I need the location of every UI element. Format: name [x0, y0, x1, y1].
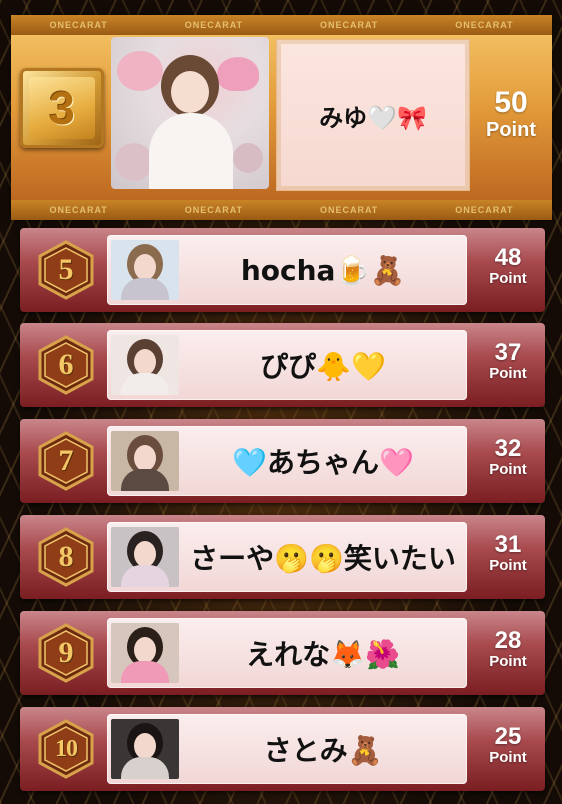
brand-logo: ONECARAT — [184, 20, 244, 30]
name-panel: ぴぴ🐥💛 — [107, 330, 467, 400]
brand-logo: ONECARAT — [455, 20, 514, 30]
rank-badge: 5 — [36, 240, 96, 300]
name-panel: さーや🫢🫢笑いたい — [107, 522, 467, 592]
points-value: 37 — [494, 339, 522, 366]
cast-name: ぴぴ🐥💛 — [260, 350, 386, 383]
points-value: 48 — [494, 244, 522, 271]
ranking-row[interactable]: 9 えれな🦊🌺 28 Point — [20, 611, 545, 695]
cast-name: hocha🍺🧸 — [240, 253, 406, 287]
ranking-row[interactable]: 6 ぴぴ🐥💛 37 Point — [20, 323, 545, 407]
ranking-row[interactable]: 5 hocha🍺🧸 48 Point — [20, 228, 545, 312]
brand-logo: ONECARAT — [319, 205, 379, 215]
name-panel: hocha🍺🧸 — [107, 235, 467, 305]
points-display: 37 Point — [476, 339, 540, 383]
cast-name: さーや🫢🫢笑いたい — [190, 542, 456, 575]
brand-strip-top: ONECARAT ONECARAT ONECARAT ONECARAT — [11, 15, 552, 35]
rank-number: 6 — [58, 348, 74, 381]
ranking-row[interactable]: 10 さとみ🧸 25 Point — [20, 707, 545, 791]
points-label: Point — [489, 461, 527, 478]
profile-photo[interactable] — [111, 37, 269, 189]
points-value: 32 — [494, 435, 522, 462]
points-label: Point — [486, 119, 536, 141]
name-panel: えれな🦊🌺 — [107, 618, 467, 688]
points-label: Point — [489, 557, 527, 574]
rank-number: 8 — [58, 540, 74, 573]
featured-ranking-card[interactable]: ONECARAT ONECARAT ONECARAT ONECARAT 3 みゆ… — [11, 15, 552, 220]
cast-name: 🩵あちゃん🩷 — [232, 446, 414, 479]
brand-logo: ONECARAT — [184, 205, 244, 215]
points-display: 31 Point — [476, 531, 540, 575]
rank-badge: 8 — [36, 527, 96, 587]
rank-badge: 6 — [36, 335, 96, 395]
rank-number: 5 — [58, 253, 74, 286]
rank-number: 3 — [29, 77, 95, 139]
points-value: 31 — [494, 531, 522, 558]
rank-badge: 10 — [36, 719, 96, 779]
points-display: 28 Point — [476, 627, 540, 671]
brand-logo: ONECARAT — [49, 205, 108, 215]
rank-number: 10 — [55, 735, 78, 762]
name-panel: さとみ🧸 — [107, 714, 467, 784]
points-value: 50 — [494, 86, 528, 119]
profile-thumbnail[interactable] — [111, 240, 179, 300]
ranking-row[interactable]: 8 さーや🫢🫢笑いたい 31 Point — [20, 515, 545, 599]
points-label: Point — [489, 653, 527, 670]
profile-thumbnail[interactable] — [111, 431, 179, 491]
brand-logo: ONECARAT — [49, 20, 108, 30]
brand-logo: ONECARAT — [455, 205, 514, 215]
points-display: 25 Point — [476, 723, 540, 767]
points-display: 48 Point — [476, 244, 540, 288]
cast-name: えれな🦊🌺 — [246, 638, 400, 671]
rank-badge: 7 — [36, 431, 96, 491]
rank-number: 7 — [58, 444, 74, 477]
points-value: 28 — [494, 627, 522, 654]
brand-strip-bottom: ONECARAT ONECARAT ONECARAT ONECARAT — [11, 200, 552, 220]
profile-thumbnail[interactable] — [111, 719, 179, 779]
profile-thumbnail[interactable] — [111, 335, 179, 395]
cast-name: みゆ🤍🎀 — [319, 103, 427, 132]
points-value: 25 — [494, 723, 522, 750]
points-label: Point — [489, 749, 527, 766]
cast-name: さとみ🧸 — [263, 734, 383, 767]
profile-thumbnail[interactable] — [111, 527, 179, 587]
name-panel: 🩵あちゃん🩷 — [107, 426, 467, 496]
points-display: 50 Point — [475, 86, 547, 142]
name-panel: みゆ🤍🎀 — [276, 39, 470, 191]
points-display: 32 Point — [476, 435, 540, 479]
rank-badge: 3 — [20, 68, 104, 148]
profile-thumbnail[interactable] — [111, 623, 179, 683]
ranking-row[interactable]: 7 🩵あちゃん🩷 32 Point — [20, 419, 545, 503]
points-label: Point — [489, 270, 527, 287]
brand-logo: ONECARAT — [319, 20, 379, 30]
rank-number: 9 — [58, 636, 74, 669]
rank-badge: 9 — [36, 623, 96, 683]
points-label: Point — [489, 365, 527, 382]
